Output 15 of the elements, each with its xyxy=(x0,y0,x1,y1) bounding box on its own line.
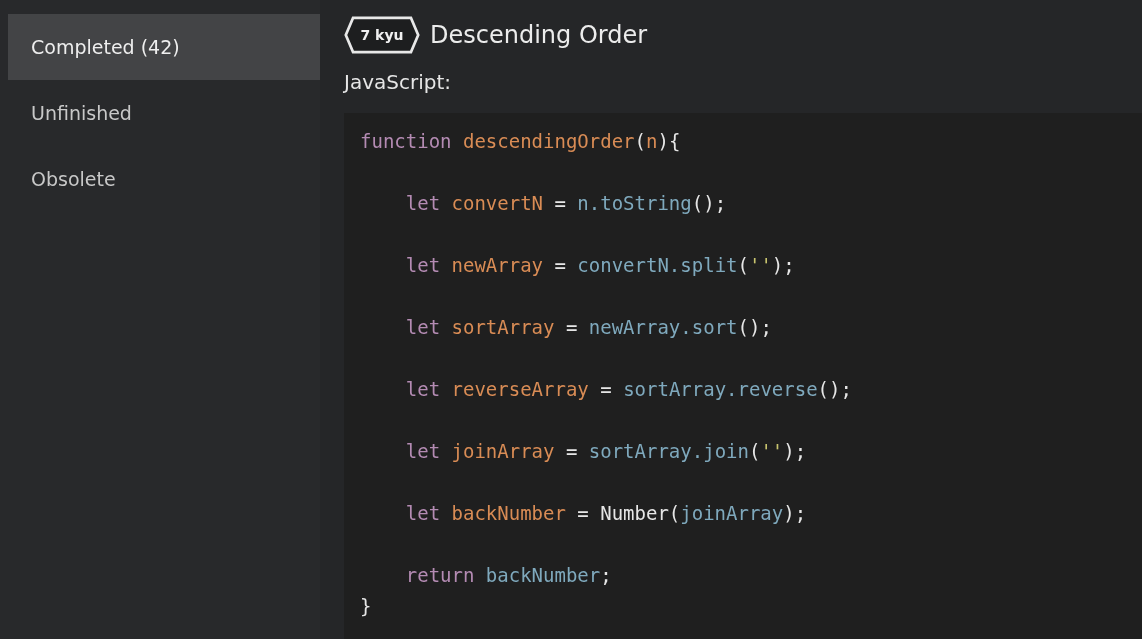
code-line: } xyxy=(360,595,372,617)
code-line: function descendingOrder(n){ xyxy=(360,130,681,152)
code-line: return backNumber; xyxy=(404,564,612,586)
code-line: let backNumber = Number(joinArray); xyxy=(404,502,807,524)
kata-title: Descending Order xyxy=(430,21,648,49)
code-line: let reverseArray = sortArray.reverse(); xyxy=(404,378,852,400)
code-line: let convertN = n.toString(); xyxy=(404,192,727,214)
sidebar-item[interactable]: Obsolete xyxy=(8,146,320,212)
rank-badge: 7 kyu xyxy=(344,16,420,54)
code-line: let newArray = convertN.split(''); xyxy=(404,254,795,276)
code-line: let joinArray = sortArray.join(''); xyxy=(404,440,807,462)
language-label: JavaScript: xyxy=(344,70,452,96)
sidebar-item[interactable]: Unfinished xyxy=(8,80,320,146)
sidebar-item[interactable]: Completed (42) xyxy=(8,14,320,80)
code-line: let sortArray = newArray.sort(); xyxy=(404,316,772,338)
